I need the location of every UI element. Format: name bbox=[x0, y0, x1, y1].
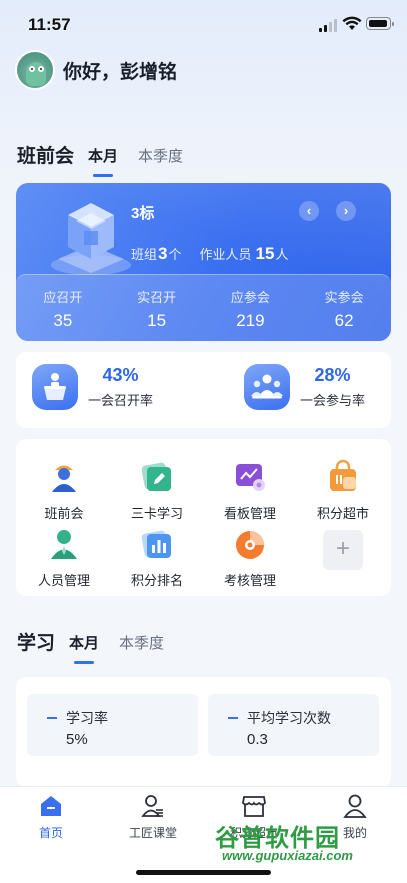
bar-chart-icon bbox=[139, 526, 175, 562]
feature-assessment-management[interactable]: 考核管理 bbox=[210, 526, 290, 589]
hold-rate-item[interactable]: 43% 一会召开率 bbox=[32, 364, 153, 410]
study-section-header: 学习 本月 本季度 bbox=[17, 628, 184, 655]
meeting-tab-month[interactable]: 本月 bbox=[88, 145, 118, 168]
add-feature-button[interactable]: + bbox=[303, 530, 383, 570]
feature-label: 积分超市 bbox=[316, 506, 369, 521]
chevron-right-icon: › bbox=[343, 203, 349, 218]
home-icon bbox=[38, 793, 64, 819]
worker-icon bbox=[46, 459, 82, 495]
stat-label: 应召开 bbox=[43, 290, 83, 305]
chevron-left-icon: ‹ bbox=[306, 203, 312, 218]
worker-count: 15 bbox=[255, 244, 275, 263]
meeting-section-header: 班前会 本月 本季度 bbox=[17, 141, 203, 168]
feature-label: 考核管理 bbox=[223, 573, 276, 588]
avatar[interactable] bbox=[15, 50, 55, 90]
team-unit: 个 bbox=[168, 247, 182, 262]
user-header: 你好，彭增铭 bbox=[15, 50, 177, 90]
next-team-button[interactable]: › bbox=[336, 201, 356, 221]
feature-label: 班前会 bbox=[44, 506, 84, 521]
classroom-icon bbox=[140, 793, 166, 819]
bottom-nav: 首页 工匠课堂 积分超市 我的 bbox=[0, 786, 407, 883]
group-icon bbox=[244, 364, 290, 410]
stat-value: 15 bbox=[147, 311, 167, 330]
user-icon bbox=[342, 793, 368, 819]
stat-value: 62 bbox=[334, 311, 354, 330]
avg-study-count-value: 0.3 bbox=[247, 731, 268, 748]
stat-actual-attend: 实参会 62 bbox=[297, 275, 391, 341]
store-icon bbox=[241, 793, 267, 819]
cube-illustration bbox=[51, 203, 131, 275]
feature-personnel-management[interactable]: 人员管理 bbox=[24, 526, 104, 589]
attend-rate-item[interactable]: 28% 一会参与率 bbox=[244, 364, 365, 410]
status-time: 11:57 bbox=[28, 15, 71, 34]
feature-label: 看板管理 bbox=[223, 506, 276, 521]
stat-should-hold: 应召开 35 bbox=[16, 275, 110, 341]
feature-points-ranking[interactable]: 积分排名 bbox=[117, 526, 197, 589]
study-tab-month[interactable]: 本月 bbox=[69, 632, 99, 655]
hold-rate-value: 43% bbox=[102, 365, 139, 385]
shopping-bag-icon bbox=[325, 459, 361, 495]
feature-label: 三卡学习 bbox=[130, 506, 183, 521]
nav-home[interactable]: 首页 bbox=[11, 793, 91, 841]
stat-label: 应参会 bbox=[230, 290, 270, 305]
pie-chart-icon bbox=[232, 526, 268, 562]
feature-board-management[interactable]: 看板管理 bbox=[210, 459, 290, 522]
rate-card: 43% 一会召开率 28% 一会参与率 bbox=[16, 352, 391, 428]
home-indicator bbox=[136, 870, 271, 875]
prev-team-button[interactable]: ‹ bbox=[299, 201, 319, 221]
team-info: 班组 3 个 作业人员 15 人 bbox=[131, 244, 288, 264]
card-edit-icon bbox=[139, 459, 175, 495]
feature-label: 积分排名 bbox=[130, 573, 183, 588]
feature-grid: 班前会 三卡学习 看板管理 积分超市 人员管理 积分排名 考核管理 + bbox=[16, 439, 391, 596]
feature-points-market[interactable]: 积分超市 bbox=[303, 459, 383, 522]
meeting-tab-quarter[interactable]: 本季度 bbox=[138, 145, 183, 168]
watermark-url: www.gupuxiazai.com bbox=[222, 848, 353, 863]
attend-rate-value: 28% bbox=[314, 365, 351, 385]
wifi-icon bbox=[342, 16, 362, 30]
worker-label: 作业人员 bbox=[199, 247, 252, 262]
team-label: 班组 bbox=[131, 247, 158, 262]
board-icon bbox=[232, 459, 268, 495]
stat-label: 实参会 bbox=[324, 290, 364, 305]
team-name: 3标 bbox=[131, 205, 155, 222]
status-bar: 11:57 bbox=[0, 0, 407, 46]
plus-icon: + bbox=[323, 530, 363, 570]
worker-unit: 人 bbox=[275, 247, 289, 262]
stat-should-attend: 应参会 219 bbox=[204, 275, 298, 341]
study-rate-item[interactable]: 学习率 5% bbox=[27, 694, 198, 756]
meeting-section-title: 班前会 bbox=[17, 146, 75, 167]
nav-label: 工匠课堂 bbox=[128, 826, 177, 840]
study-rate-label: 学习率 bbox=[47, 708, 108, 728]
stat-value: 35 bbox=[53, 311, 73, 330]
signal-icon bbox=[319, 18, 339, 32]
hold-rate-label: 一会召开率 bbox=[88, 393, 154, 408]
study-section-title: 学习 bbox=[17, 633, 56, 654]
meeting-stats: 应召开 35 实召开 15 应参会 219 实参会 62 bbox=[16, 274, 391, 341]
nav-classroom[interactable]: 工匠课堂 bbox=[113, 793, 193, 841]
study-card: 学习率 5% 平均学习次数 0.3 bbox=[16, 677, 391, 787]
team-count: 3 bbox=[158, 244, 168, 263]
feature-label: 人员管理 bbox=[37, 573, 90, 588]
podium-icon bbox=[32, 364, 78, 410]
nav-label: 首页 bbox=[38, 826, 63, 840]
feature-three-card-study[interactable]: 三卡学习 bbox=[117, 459, 197, 522]
avg-study-count-item[interactable]: 平均学习次数 0.3 bbox=[208, 694, 379, 756]
stat-label: 实召开 bbox=[137, 290, 177, 305]
study-tab-quarter[interactable]: 本季度 bbox=[119, 632, 164, 655]
avg-study-count-label: 平均学习次数 bbox=[228, 708, 331, 728]
stat-actual-hold: 实召开 15 bbox=[110, 275, 204, 341]
greeting-text: 你好，彭增铭 bbox=[63, 61, 178, 83]
battery-icon bbox=[366, 17, 394, 30]
stat-value: 219 bbox=[236, 311, 265, 330]
feature-pre-shift-meeting[interactable]: 班前会 bbox=[24, 459, 104, 522]
study-rate-value: 5% bbox=[66, 731, 88, 748]
attend-rate-label: 一会参与率 bbox=[300, 393, 366, 408]
person-icon bbox=[46, 526, 82, 562]
